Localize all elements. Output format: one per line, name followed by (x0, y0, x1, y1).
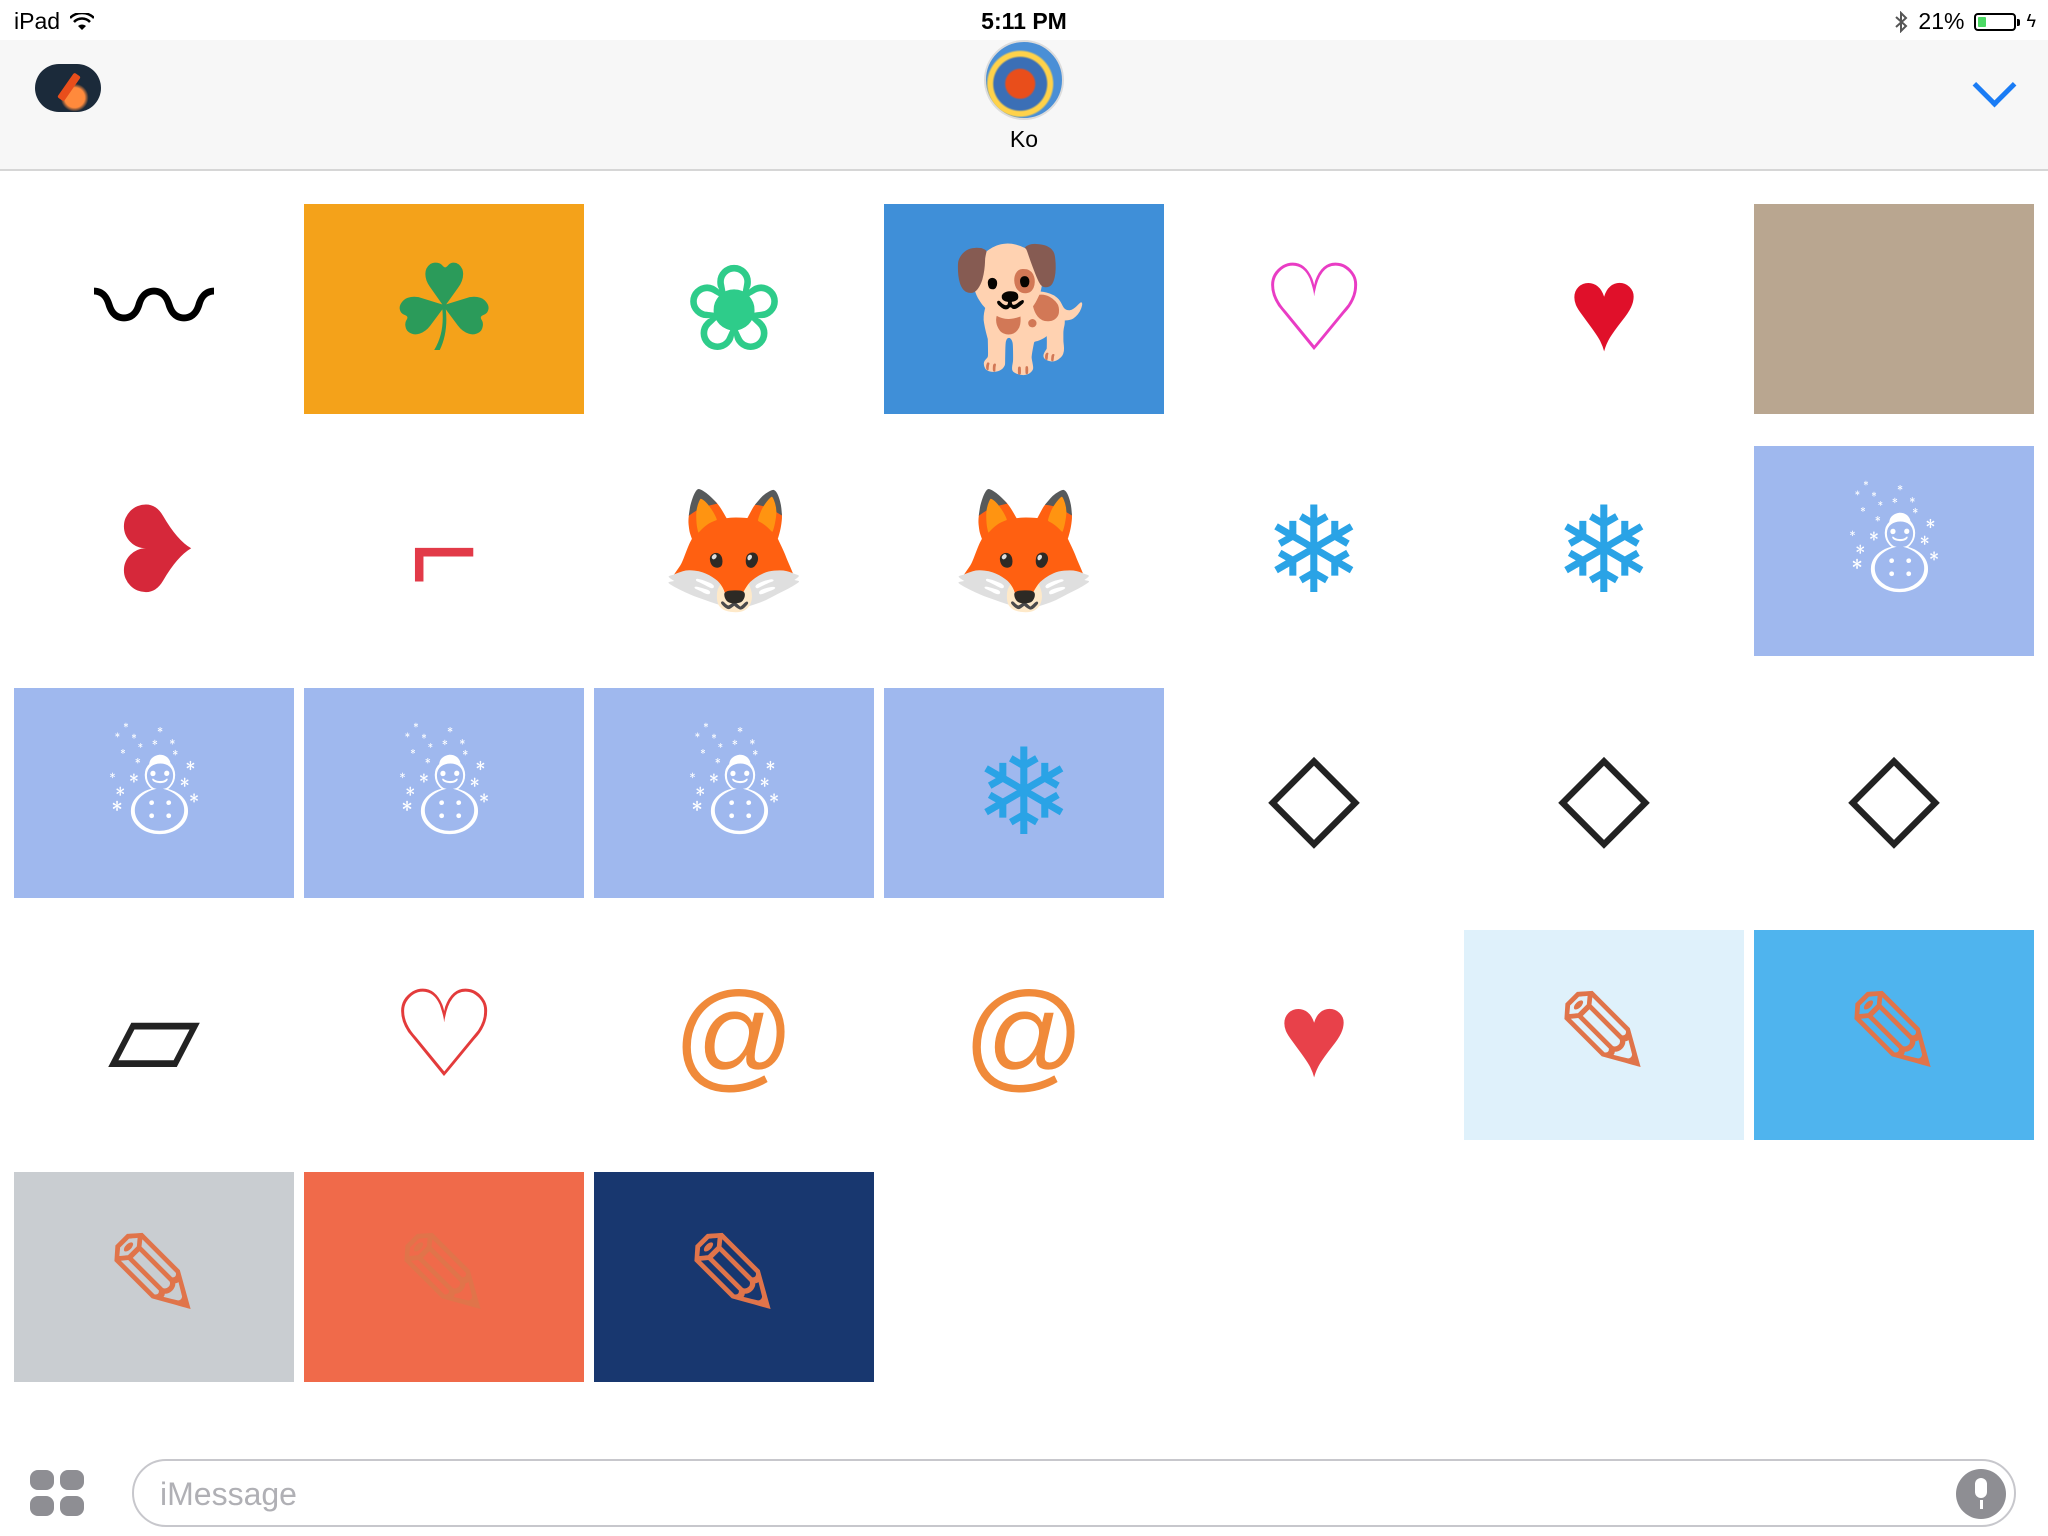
sticker-sketch-cube-4[interactable]: ▱ (14, 930, 294, 1140)
contact-name: Ko (1009, 126, 1039, 152)
sticker-fox-large[interactable]: 🦊 (594, 446, 874, 656)
apps-dot (30, 1470, 54, 1490)
message-composer (0, 1440, 2048, 1536)
sticker-art: 🐕 (949, 242, 1099, 376)
sticker-art: ♥ (1568, 242, 1640, 376)
sticker-clover-outline[interactable]: ❀ (594, 204, 874, 414)
sticker-single-snowflake[interactable]: ❄ (1174, 446, 1454, 656)
sticker-sketch-cube-1[interactable]: ◇ (1174, 688, 1454, 898)
sticker-sketch-cube-2[interactable]: ◇ (1464, 688, 1744, 898)
sticker-art: ◇ (1267, 726, 1361, 860)
apps-dot (60, 1496, 84, 1516)
sticker-dog-hearts[interactable]: 🐕 (884, 204, 1164, 414)
sticker-art: ◇ (1557, 726, 1651, 860)
sticker-art: ✎ (1843, 968, 1945, 1102)
sticker-art: ✎ (683, 1210, 785, 1344)
sticker-art: ☃ (100, 726, 208, 860)
battery-percent: 21% (1918, 8, 1965, 34)
charging-icon: ϟ (2026, 11, 2036, 31)
status-time: 5:11 PM (981, 8, 1067, 34)
sticker-snowman-4[interactable]: ☃ (594, 688, 874, 898)
sticker-art: ❄ (1263, 484, 1365, 618)
sticker-snowflakes[interactable]: ❄ (1464, 446, 1744, 656)
sticker-art: ☘ (390, 242, 498, 376)
sticker-love-hearts-red[interactable]: ❥ (14, 446, 294, 656)
sticker-brown-paper[interactable] (1754, 204, 2034, 414)
sticker-pencil-crying[interactable]: ✎ (14, 1172, 294, 1382)
sticker-love-pink[interactable]: ♡ (1174, 204, 1454, 414)
sticker-art: ⌐ (408, 484, 480, 618)
message-field[interactable] (132, 1459, 2016, 1527)
sticker-art: ❀ (683, 242, 785, 376)
status-right: 21% ϟ (1894, 8, 2036, 35)
sticker-red-hearts[interactable]: ♥ (1464, 204, 1744, 414)
sticker-art: ✎ (1553, 968, 1655, 1102)
apps-dot (60, 1470, 84, 1490)
sticker-art: 🦊 (659, 484, 809, 618)
sticker-snowman-3[interactable]: ☃ (304, 688, 584, 898)
sticker-pencil-dancing[interactable]: ✎ (304, 1172, 584, 1382)
sticker-snowman-1[interactable]: ☃ (1754, 446, 2034, 656)
sticker-sketch-cube-3[interactable]: ◇ (1754, 688, 2034, 898)
sticker-art: @ (963, 968, 1085, 1102)
sticker-red-scribble-hearts[interactable]: ♡ (304, 930, 584, 1140)
apps-dot (30, 1496, 54, 1516)
battery-icon (1974, 12, 2021, 31)
bluetooth-icon (1895, 10, 1908, 33)
sticker-art: ❄ (1553, 484, 1655, 618)
status-bar: iPad 5:11 PM 21% ϟ (0, 0, 2048, 40)
sticker-clover-sunset[interactable]: ☘ (304, 204, 584, 414)
sticker-art: ☃ (390, 726, 498, 860)
sticker-pencil-beach[interactable]: ✎ (1754, 930, 2034, 1140)
sticker-art: ✎ (103, 1210, 205, 1344)
sticker-art: ▱ (107, 968, 201, 1102)
sticker-art: ♡ (1260, 242, 1368, 376)
sticker-pencil-computer[interactable]: ✎ (594, 1172, 874, 1382)
sticker-pencil-waving[interactable]: ✎ (1464, 930, 1744, 1140)
sticker-art: 〰 (94, 242, 214, 376)
message-input[interactable] (158, 1461, 1862, 1527)
sticker-fox-small[interactable]: 🦊 (884, 446, 1164, 656)
sticker-fireball-swirls[interactable]: @ (594, 930, 874, 1140)
sticker-art: ❄ (973, 726, 1075, 860)
contact-info[interactable]: Ko (0, 40, 2048, 153)
sticker-art: ❥ (103, 484, 205, 618)
sticker-art: 🦊 (949, 484, 1099, 618)
sticker-candy-cane[interactable]: ⌐ (304, 446, 584, 656)
microphone-icon[interactable] (1956, 1469, 2006, 1519)
sticker-snowman-5[interactable]: ❄ (884, 688, 1164, 898)
sticker-art: ✎ (393, 1210, 495, 1344)
sticker-art: ☃ (1840, 484, 1948, 618)
sticker-ink-boat[interactable]: 〰 (14, 204, 294, 414)
sticker-snowman-2[interactable]: ☃ (14, 688, 294, 898)
sticker-big-outline-hearts[interactable]: ♥ (1174, 930, 1454, 1140)
battery-level (1978, 16, 1986, 27)
conversation-header: Ko (0, 40, 2048, 171)
sticker-art: ☃ (680, 726, 788, 860)
apps-grid-icon[interactable] (30, 1470, 84, 1516)
sticker-art: ◇ (1847, 726, 1941, 860)
sticker-art: @ (673, 968, 795, 1102)
avatar[interactable] (984, 40, 1064, 120)
sticker-art: ♥ (1278, 968, 1350, 1102)
sticker-art: ♡ (390, 968, 498, 1102)
sticker-orange-swirls[interactable]: @ (884, 930, 1164, 1140)
